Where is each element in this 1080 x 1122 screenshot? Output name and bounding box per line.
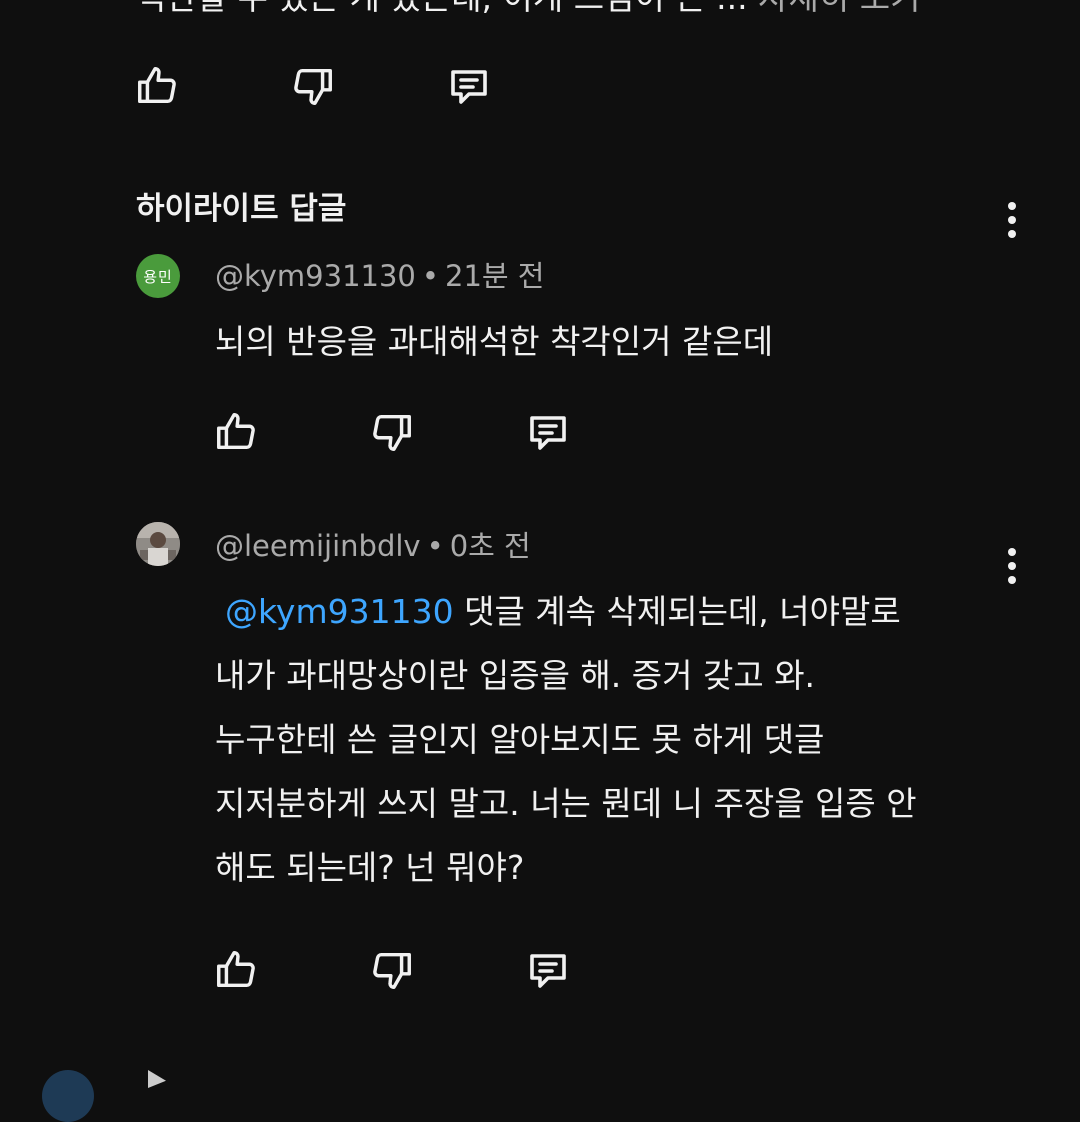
reply-button[interactable] bbox=[522, 944, 574, 996]
comment-text: 뇌의 반응을 과대해석한 착각인거 같은데 bbox=[215, 322, 774, 361]
reply-button[interactable] bbox=[443, 60, 495, 112]
comment-line: 내가 과대망상이란 입증을 해. 증거 갖고 와. bbox=[215, 656, 816, 695]
timestamp: 21분 전 bbox=[445, 259, 545, 293]
avatar-image bbox=[136, 522, 180, 566]
thumbs-up-icon bbox=[217, 951, 255, 988]
reply-comment-icon bbox=[451, 70, 487, 104]
meta-separator: • bbox=[426, 529, 444, 563]
comment-line: 누구한테 쓴 글인지 알아보지도 못 하게 댓글 bbox=[215, 720, 825, 759]
like-button[interactable] bbox=[210, 406, 262, 458]
dislike-button[interactable] bbox=[366, 944, 418, 996]
next-comment-avatar[interactable] bbox=[42, 1070, 94, 1122]
reply-comment-icon bbox=[530, 416, 566, 450]
more-vert-icon[interactable] bbox=[992, 190, 1032, 250]
thumbs-up-icon bbox=[138, 67, 176, 104]
timestamp: 0초 전 bbox=[449, 529, 531, 563]
mention-link[interactable]: @kym931130 bbox=[225, 592, 454, 631]
thumbs-up-icon bbox=[217, 413, 255, 450]
read-more-link[interactable]: 자세히 보기 bbox=[758, 0, 920, 17]
reply-comment-icon bbox=[530, 954, 566, 988]
top-comment-text: 직관할 수 있는 게 있는데, 이게 느낌이 든 ... 자세히 보기 bbox=[136, 0, 920, 18]
avatar[interactable]: 용민 bbox=[136, 254, 180, 298]
meta-separator: • bbox=[421, 259, 439, 293]
username[interactable]: @kym931130 bbox=[215, 259, 416, 293]
comment-meta: @kym931130 • 21분 전 bbox=[215, 258, 544, 294]
top-comment-partial: 직관할 수 있는 게 있는데, 이게 느낌이 든 ... bbox=[136, 0, 748, 17]
dislike-button[interactable] bbox=[287, 60, 339, 112]
comment-line: @kym931130 댓글 계속 삭제되는데, 너야말로 bbox=[215, 580, 917, 644]
comment-text: @kym931130 댓글 계속 삭제되는데, 너야말로 내가 과대망상이란 입… bbox=[215, 580, 917, 900]
thumbs-down-icon bbox=[373, 952, 411, 989]
thumbs-down-icon bbox=[294, 68, 332, 105]
highlight-replies-title: 하이라이트 답글 bbox=[136, 191, 347, 227]
comment-meta: @leemijinbdlv • 0초 전 bbox=[215, 528, 531, 564]
reply-button[interactable] bbox=[522, 406, 574, 458]
like-button[interactable] bbox=[131, 60, 183, 112]
comment-line: 해도 되는데? 넌 뭐야? bbox=[215, 848, 525, 887]
avatar[interactable] bbox=[136, 522, 180, 566]
comment-actions bbox=[210, 944, 678, 996]
expand-arrow-icon[interactable] bbox=[148, 1070, 166, 1088]
thumbs-down-icon bbox=[373, 414, 411, 451]
comment-line-text: 댓글 계속 삭제되는데, 너야말로 bbox=[453, 592, 901, 631]
comment-line: 지저분하게 쓰지 말고. 너는 뭔데 니 주장을 입증 안 bbox=[215, 784, 917, 823]
like-button[interactable] bbox=[210, 944, 262, 996]
username[interactable]: @leemijinbdlv bbox=[215, 529, 421, 563]
more-vert-icon[interactable] bbox=[992, 536, 1032, 596]
top-comment-actions bbox=[131, 60, 599, 112]
dislike-button[interactable] bbox=[366, 406, 418, 458]
comment-actions bbox=[210, 406, 678, 458]
